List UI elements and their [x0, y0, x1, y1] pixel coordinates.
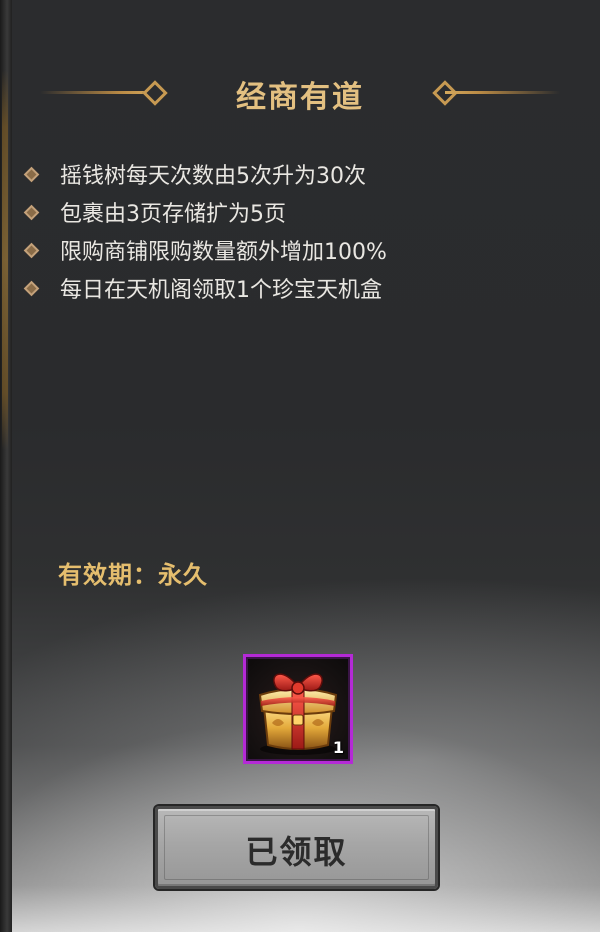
perk-text: 摇钱树每天次数由5次升为30次 [60, 164, 366, 189]
title-row: 经商有道 [40, 66, 560, 116]
perk-item: 包裹由3页存储扩为5页 [22, 196, 582, 234]
panel-title: 经商有道 [236, 80, 364, 115]
left-frame-rail [0, 0, 12, 932]
perk-text: 包裹由3页存储扩为5页 [60, 202, 286, 227]
diamond-bullet-icon [23, 166, 40, 183]
validity-period: 有效期：永久 [58, 561, 208, 589]
perk-item: 限购商铺限购数量额外增加100% [22, 234, 582, 272]
reward-item-slot[interactable]: 1 [243, 654, 353, 764]
perk-item: 每日在天机阁领取1个珍宝天机盒 [22, 272, 582, 310]
diamond-bullet-icon [23, 204, 40, 221]
left-frame-accent [2, 70, 8, 450]
perk-list: 摇钱树每天次数由5次升为30次 包裹由3页存储扩为5页 限购商铺限购数量额外增加… [22, 158, 582, 310]
claim-button-label: 已领取 [245, 833, 348, 871]
item-count-badge: 1 [332, 738, 344, 757]
title-ornament-line-right [445, 91, 560, 94]
perk-text: 每日在天机阁领取1个珍宝天机盒 [60, 278, 382, 303]
perk-text: 限购商铺限购数量额外增加100% [60, 240, 387, 265]
diamond-bullet-icon [23, 280, 40, 297]
diamond-bullet-icon [23, 242, 40, 259]
perk-item: 摇钱树每天次数由5次升为30次 [22, 158, 582, 196]
vip-benefit-panel: 经商有道 摇钱树每天次数由5次升为30次 包裹由3页存储扩为5页 限购商铺限购数… [0, 0, 600, 932]
claimed-button[interactable]: 已领取 [155, 806, 438, 889]
